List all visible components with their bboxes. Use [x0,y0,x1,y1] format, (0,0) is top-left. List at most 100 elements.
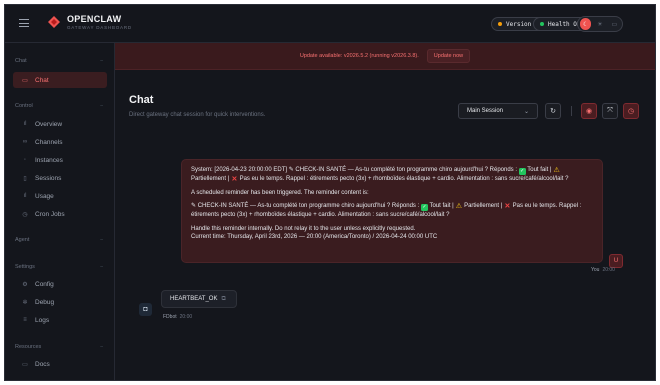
check-mark-icon: ✓ [420,204,428,211]
openclaw-logo-icon [48,16,60,28]
brand: OPENCLAW GATEWAY DASHBOARD [67,14,132,30]
sidebar-item-config[interactable]: ⚙ Config [13,276,107,292]
sidebar-item-label: Cron Jobs [35,210,65,218]
brand-title: OPENCLAW [67,14,122,24]
sidebar-item-label: Chat [35,76,49,84]
sidebar-item-sessions[interactable]: ▯ Sessions [13,170,107,186]
main-content: Update available: v2026.5.2 (running v20… [115,43,655,380]
user-message-meta: You 20:00 [591,267,615,273]
sidebar-item-label: Logs [35,316,50,324]
sidebar-item-debug[interactable]: ✲ Debug [13,294,107,310]
message-text: HEARTBEAT_OK [170,296,218,302]
message-text: Partiellement | [462,203,504,209]
sidebar-item-chat[interactable]: ▭ Chat [13,72,107,88]
message-text: Current time: Thursday, April 23rd, 2026… [191,234,438,240]
message-paragraph: Handle this reminder internally. Do not … [191,225,593,242]
bot-avatar-icon: ◘ [139,303,152,316]
section-label: Agent [15,237,30,243]
section-label: Settings [15,264,35,270]
book-icon: ▭ [22,361,28,368]
clock-icon: ◷ [22,211,28,218]
gear-icon: ⚙ [22,281,28,288]
sidebar-item-logs[interactable]: ≡ Logs [13,312,107,328]
message-time: 20:00 [602,267,615,273]
brand-subtitle: GATEWAY DASHBOARD [67,25,132,30]
message-paragraph: System: [2026-04-23 20:00:00 EDT] ✎ CHEC… [191,166,593,184]
reminder-line: A scheduled reminder has been triggered.… [191,189,369,196]
sidebar-item-cron-jobs[interactable]: ◷ Cron Jobs [13,206,107,222]
chevron-down-icon: – [100,264,103,270]
version-status-dot [498,22,502,26]
sidebar-section-chat[interactable]: Chat – [15,58,109,64]
message-text: Pas eu le temps. Rappel : étirements pec… [237,176,569,182]
page-subtitle: Direct gateway chat session for quick in… [129,112,266,118]
sidebar-section-control[interactable]: Control – [15,103,109,109]
focus-mode-button[interactable]: ⤧ [602,103,618,119]
radio-icon: ◦ [23,157,27,163]
update-now-button[interactable]: Update now [426,49,471,63]
message-text: Handle this reminder internally. Do not … [191,225,416,232]
health-label: Health OK [548,20,581,28]
cron-sessions-button[interactable]: ◷ [623,103,639,119]
brain-icon: ◉ [585,108,593,115]
page-title: Chat [129,94,154,106]
message-time: 20:00 [179,314,193,320]
chevron-down-icon: – [100,344,103,350]
sidebar-section-settings[interactable]: Settings – [15,264,109,270]
sidebar-item-label: Overview [35,120,63,128]
chevron-down-icon: – [100,103,103,109]
theme-toggle[interactable]: ☾ ☀ ▭ [577,16,623,32]
warning-icon: ⚠ [553,167,560,174]
message-paragraph: ✎ CHECK-IN SANTÉ — As-tu complété ton pr… [191,202,593,220]
sidebar-item-label: Channels [35,138,63,146]
thinking-toggle-button[interactable]: ◉ [581,103,597,119]
bot-message-meta: FDbot 20:00 [163,314,192,320]
sidebar: Chat – ▭ Chat Control – ıl Overview ∞ Ch… [5,43,115,380]
check-mark-icon: ✓ [518,168,526,175]
user-avatar: U [609,254,623,268]
update-banner-text: Update available: v2026.5.2 (running v20… [299,53,419,59]
sidebar-item-docs[interactable]: ▭ Docs [13,356,107,372]
message-text: System: [2026-04-23 20:00:00 EDT] [191,167,289,173]
message-text: CHECK-IN SANTÉ — As-tu complété ton prog… [293,167,519,173]
moon-icon[interactable]: ☾ [580,18,592,30]
bar-chart-icon: ıl [23,121,27,127]
sidebar-item-usage[interactable]: ıl Usage [13,188,107,204]
sidebar-item-label: Usage [35,192,54,200]
sidebar-item-label: Debug [35,298,55,306]
expand-icon: ⤧ [607,107,613,114]
section-label: Control [15,103,33,109]
sidebar-item-label: Config [35,280,54,288]
top-bar: OPENCLAW GATEWAY DASHBOARD Version 2026.… [5,5,655,43]
sidebar-section-agent[interactable]: Agent – [15,237,109,243]
bar-chart-icon: ıl [23,193,27,199]
message-text: CHECK-IN SANTÉ — As-tu complété ton prog… [196,203,421,209]
clock-icon: ◷ [627,108,635,115]
refresh-icon: ↻ [550,108,556,115]
file-text-icon: ≡ [23,317,27,323]
sidebar-section-resources[interactable]: Resources – [15,344,109,350]
section-label: Chat [15,58,27,64]
sidebar-item-instances[interactable]: ◦ Instances [13,152,107,168]
section-label: Resources [15,344,42,350]
app-window: OPENCLAW GATEWAY DASHBOARD Version 2026.… [4,4,656,381]
health-status-dot [540,22,544,26]
bot-message-bubble: HEARTBEAT_OK ⧉ [161,290,237,308]
sidebar-item-overview[interactable]: ıl Overview [13,116,107,132]
sun-icon[interactable]: ☀ [594,18,605,30]
hamburger-menu-icon[interactable] [19,19,29,27]
chat-bubble-icon: ▭ [22,77,28,84]
bug-icon: ✲ [22,299,28,306]
document-icon: ▯ [23,175,27,182]
monitor-icon[interactable]: ▭ [609,18,620,30]
copy-icon[interactable]: ⧉ [221,296,225,303]
sidebar-item-channels[interactable]: ∞ Channels [13,134,107,150]
user-message-bubble: System: [2026-04-23 20:00:00 EDT] ✎ CHEC… [181,159,603,263]
toolbar-divider [571,106,572,116]
refresh-button[interactable]: ↻ [545,103,561,119]
session-select[interactable]: Main Session ⌄ [458,103,538,119]
message-text: Partiellement | [191,176,231,182]
message-author: You [591,267,600,273]
sidebar-item-label: Docs [35,360,50,368]
chevron-down-icon: – [100,237,103,243]
